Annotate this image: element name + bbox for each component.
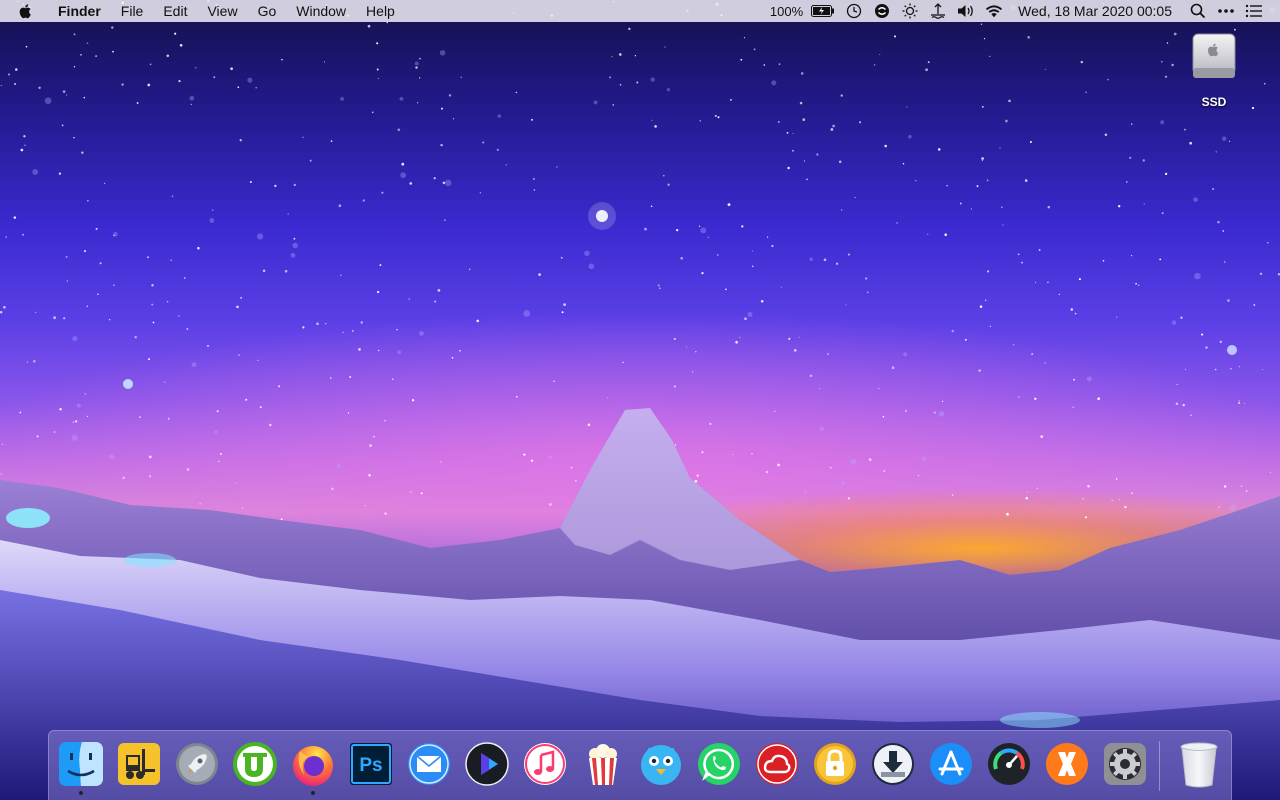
ssd-drive-desktop-icon[interactable]: SSD <box>1186 32 1242 109</box>
battery-icon[interactable] <box>811 3 835 19</box>
menu-app-name[interactable]: Finder <box>48 0 111 22</box>
hard-drive-icon <box>1192 33 1236 78</box>
battery-percent[interactable]: 100% <box>770 4 803 19</box>
svg-text:Ps: Ps <box>359 755 382 776</box>
ssd-label: SSD <box>1201 95 1227 109</box>
menu-edit[interactable]: Edit <box>153 0 197 22</box>
running-indicator <box>311 791 315 795</box>
lock-icon <box>814 743 856 785</box>
dock-creative-cloud[interactable] <box>753 739 801 789</box>
menu-file[interactable]: File <box>111 0 154 22</box>
dock-crossover[interactable] <box>1043 739 1091 789</box>
running-indicator <box>79 791 83 795</box>
dock-whatsapp[interactable] <box>695 739 743 789</box>
dock-downloader[interactable] <box>869 739 917 789</box>
dock-system-preferences[interactable] <box>1101 739 1149 789</box>
dock-firefox[interactable] <box>289 739 337 795</box>
dock-forklift[interactable] <box>115 739 163 789</box>
dock-popcorn-time[interactable] <box>579 739 627 789</box>
menu-window[interactable]: Window <box>286 0 356 22</box>
infuse-icon <box>465 742 509 786</box>
dock-utorrent[interactable] <box>231 739 279 789</box>
notification-center-icon[interactable] <box>1245 3 1263 19</box>
firefox-icon <box>293 746 333 786</box>
sync-icon[interactable] <box>873 3 891 19</box>
dock-app-store[interactable] <box>927 739 975 789</box>
dock-tweetbot[interactable] <box>637 739 685 789</box>
wifi-icon[interactable] <box>985 3 1003 19</box>
more-icon[interactable] <box>1217 3 1235 19</box>
gauge-icon <box>988 743 1030 785</box>
dock-encrypto[interactable] <box>811 739 859 789</box>
dock-separator <box>1159 741 1160 791</box>
menu-bar: Finder File Edit View Go Window Help 100… <box>0 0 1280 22</box>
utorrent-icon <box>233 742 277 786</box>
creative-cloud-icon <box>756 743 798 785</box>
spotlight-search-icon[interactable] <box>1189 3 1207 19</box>
mountains-layer <box>0 408 1280 800</box>
whatsapp-icon <box>698 743 740 785</box>
download-icon <box>872 743 914 785</box>
dock-mail[interactable] <box>405 739 453 789</box>
music-icon <box>524 743 566 785</box>
brightness-icon[interactable] <box>901 3 919 19</box>
menu-help[interactable]: Help <box>356 0 405 22</box>
menu-go[interactable]: Go <box>248 0 287 22</box>
tweetbot-icon <box>641 745 681 785</box>
time-machine-icon[interactable] <box>845 3 863 19</box>
volume-icon[interactable] <box>957 3 975 19</box>
dock-launchpad[interactable] <box>173 739 221 789</box>
launchpad-icon <box>176 743 218 785</box>
popcorn-icon <box>589 744 617 785</box>
app-store-icon <box>930 743 972 785</box>
dock-infuse[interactable] <box>463 739 511 789</box>
dock-finder[interactable] <box>57 739 105 795</box>
system-preferences-icon <box>1104 743 1146 785</box>
forklift-icon <box>118 743 160 785</box>
photoshop-icon: Ps <box>350 743 392 785</box>
crossover-icon <box>1046 743 1088 785</box>
dock-music[interactable] <box>521 739 569 789</box>
dock-trash[interactable] <box>1175 739 1223 789</box>
finder-icon <box>59 742 103 786</box>
menu-clock[interactable]: Wed, 18 Mar 2020 00:05 <box>1018 3 1172 19</box>
network-gauge-icon[interactable] <box>929 3 947 19</box>
dock-istat-menus[interactable] <box>985 739 1033 789</box>
dock-photoshop[interactable]: Ps <box>347 739 395 789</box>
trash-icon <box>1180 742 1218 788</box>
desktop-wallpaper: Finder File Edit View Go Window Help 100… <box>0 0 1280 800</box>
mail-icon <box>408 743 450 785</box>
dock: Ps <box>48 730 1232 800</box>
menu-view[interactable]: View <box>197 0 247 22</box>
apple-menu-icon[interactable] <box>18 3 34 19</box>
